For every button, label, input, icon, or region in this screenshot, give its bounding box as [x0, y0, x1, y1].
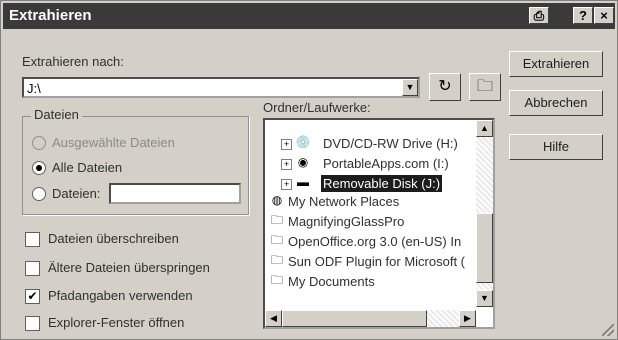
tree-item[interactable]: My Network Places [288, 193, 399, 210]
print-icon[interactable]: ⎙ [529, 7, 549, 24]
files-group-label: Dateien [31, 107, 82, 122]
extract-to-label: Extrahieren nach: [22, 54, 124, 69]
horizontal-scroll-thumb[interactable] [282, 310, 427, 327]
checkbox-use-paths-label: Pfadangaben verwenden [48, 288, 193, 303]
radio-all-files-label: Alle Dateien [52, 160, 123, 175]
tree-item[interactable]: Sun ODF Plugin for Microsoft ( [288, 253, 465, 270]
tree-item[interactable]: PortableApps.com (I:) [323, 155, 449, 172]
scroll-right-icon[interactable]: ▶ [459, 310, 476, 327]
checkbox-skip-older[interactable] [25, 261, 40, 276]
tree-item[interactable]: MagnifyingGlassPro [288, 213, 404, 230]
vertical-scrollbar[interactable]: ▲ ▼ [476, 120, 493, 307]
expand-icon[interactable]: + [281, 179, 292, 190]
checkbox-open-explorer[interactable] [25, 316, 40, 331]
new-folder-icon[interactable]: 🗀 [469, 73, 501, 101]
vertical-scroll-thumb[interactable] [476, 213, 493, 283]
title-bar: Extrahieren ⎙ ? × [3, 3, 615, 29]
expand-icon[interactable]: + [281, 159, 292, 170]
documents-icon: 🗀 [270, 273, 283, 287]
checkbox-overwrite-label: Dateien überschreiben [48, 231, 179, 246]
scroll-up-icon[interactable]: ▲ [476, 120, 493, 137]
folder-icon: 🗀 [270, 213, 283, 227]
scroll-left-icon[interactable]: ◀ [265, 310, 282, 327]
horizontal-scrollbar[interactable]: ◀ ▶ [265, 310, 476, 327]
resize-grip-icon[interactable] [602, 324, 614, 336]
radio-all-files[interactable] [32, 161, 46, 175]
checkbox-skip-older-label: Ältere Dateien überspringen [48, 260, 210, 275]
extract-dialog: Extrahieren ⎙ ? × Extrahieren nach: J:\ … [0, 0, 618, 340]
radio-selected-files[interactable] [32, 136, 46, 150]
tree-item[interactable]: OpenOffice.org 3.0 (en-US) In [288, 233, 461, 250]
checkbox-use-paths[interactable]: ✔ [25, 289, 40, 304]
folder-tree[interactable]: + 💿 DVD/CD-RW Drive (H:) + ◉ PortableApp… [263, 118, 495, 329]
folder-icon: 🗀 [270, 253, 283, 267]
folder-icon: 🗀 [270, 233, 283, 247]
radio-selected-files-label: Ausgewählte Dateien [52, 135, 175, 150]
removable-disk-icon: ▬ [297, 175, 309, 189]
cd-drive-icon: 💿 [295, 135, 311, 149]
close-button[interactable]: × [594, 7, 614, 24]
dialog-title: Extrahieren [9, 7, 92, 24]
network-icon: ◍ [271, 193, 283, 207]
files-input[interactable] [109, 183, 241, 204]
scroll-down-icon[interactable]: ▼ [476, 290, 493, 307]
tree-item[interactable]: DVD/CD-RW Drive (H:) [323, 135, 458, 152]
drive-icon: ◉ [297, 155, 309, 169]
tree-item-selected[interactable]: Removable Disk (J:) [321, 175, 443, 192]
cancel-button[interactable]: Abbrechen [509, 90, 603, 116]
history-folder-icon[interactable]: ↻ [429, 73, 461, 101]
help-button[interactable]: Hilfe [509, 134, 603, 160]
radio-files-label: Dateien: [52, 186, 101, 201]
folders-label: Ordner/Laufwerke: [263, 100, 371, 115]
checkbox-overwrite[interactable] [25, 232, 40, 247]
extract-to-value: J:\ [27, 81, 41, 96]
extract-button[interactable]: Extrahieren [509, 51, 603, 77]
expand-icon[interactable]: + [281, 139, 292, 150]
extract-to-combobox[interactable]: J:\ ▼ [22, 77, 420, 98]
tree-item[interactable]: My Documents [288, 273, 375, 290]
radio-files[interactable] [32, 187, 46, 201]
chevron-down-icon[interactable]: ▼ [402, 79, 418, 96]
checkbox-open-explorer-label: Explorer-Fenster öffnen [48, 315, 185, 330]
help-title-button[interactable]: ? [573, 7, 593, 24]
